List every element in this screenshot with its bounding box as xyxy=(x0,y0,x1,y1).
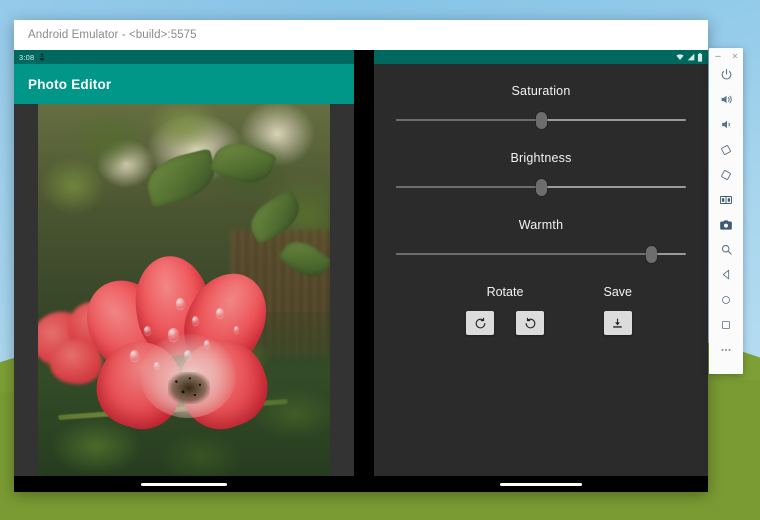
emulator-side-toolbar xyxy=(709,48,743,374)
saturation-control: Saturation xyxy=(396,84,686,129)
emulator-title-text: Android Emulator - <build>:5575 xyxy=(28,29,197,41)
back-button[interactable] xyxy=(713,262,739,287)
rotate-label: Rotate xyxy=(486,285,524,299)
save-group: Save xyxy=(603,285,633,335)
action-buttons-row: Rotate Save xyxy=(396,285,686,335)
status-bar-left-group: 3:08 xyxy=(19,53,46,62)
photo-preview-area xyxy=(14,104,354,476)
rotate-button-row xyxy=(466,311,544,335)
save-label: Save xyxy=(603,285,633,299)
rotate-left-icon xyxy=(719,143,733,157)
volume-up-button[interactable] xyxy=(713,87,739,112)
device-screen-area: 3:08 Photo Editor Saturation Brightness … xyxy=(14,50,708,492)
overview-button[interactable] xyxy=(713,312,739,337)
saturation-track-filled xyxy=(396,119,541,121)
signal-icon xyxy=(687,53,695,61)
home-button[interactable] xyxy=(713,287,739,312)
rotate-left-button[interactable] xyxy=(466,311,494,335)
device-pane-left: 3:08 Photo Editor xyxy=(14,50,354,492)
warmth-slider[interactable] xyxy=(396,245,686,263)
zoom-icon xyxy=(720,243,733,256)
fold-screen-button[interactable] xyxy=(713,187,739,212)
android-gesture-navbar-right[interactable] xyxy=(374,476,708,492)
more-icon xyxy=(719,343,733,357)
app-bar: Photo Editor xyxy=(14,64,354,104)
more-button[interactable] xyxy=(713,337,739,362)
brightness-track-filled xyxy=(396,186,541,188)
home-indicator[interactable] xyxy=(500,482,582,486)
minimize-button[interactable] xyxy=(712,51,723,62)
back-icon xyxy=(720,268,733,281)
warmth-label: Warmth xyxy=(518,218,564,232)
brightness-slider[interactable] xyxy=(396,178,686,196)
save-download-icon xyxy=(611,317,624,330)
volume-up-icon xyxy=(720,93,733,106)
android-gesture-navbar-left[interactable] xyxy=(14,476,354,492)
warmth-thumb[interactable] xyxy=(645,246,657,263)
power-button[interactable] xyxy=(713,62,739,87)
save-button-row xyxy=(603,311,632,335)
rotate-group: Rotate xyxy=(430,285,580,335)
photo-flower-center xyxy=(168,372,210,404)
device-hinge xyxy=(354,50,374,492)
home-icon xyxy=(720,294,732,306)
wifi-icon xyxy=(676,53,684,61)
photo-image[interactable] xyxy=(38,104,330,476)
android-status-bar-left: 3:08 xyxy=(14,50,354,64)
saturation-slider[interactable] xyxy=(396,111,686,129)
emulator-window-controls xyxy=(709,48,743,62)
rotate-right-icon xyxy=(719,168,733,182)
brightness-label: Brightness xyxy=(510,151,572,165)
battery-icon xyxy=(697,52,703,62)
status-bar-right-group xyxy=(676,52,703,62)
screenshot-button[interactable] xyxy=(713,212,739,237)
photo-main-flower xyxy=(69,251,288,441)
warmth-control: Warmth xyxy=(396,218,686,263)
home-indicator[interactable] xyxy=(141,482,227,486)
power-icon xyxy=(720,68,733,81)
rotate-left-button[interactable] xyxy=(713,137,739,162)
rotate-right-button[interactable] xyxy=(516,311,544,335)
fold-screen-icon xyxy=(719,193,733,207)
zoom-button[interactable] xyxy=(713,237,739,262)
emulator-titlebar[interactable]: Android Emulator - <build>:5575 xyxy=(14,20,708,50)
editor-controls-panel: Saturation Brightness Warmth Rotate Save xyxy=(374,64,708,476)
save-button[interactable] xyxy=(603,311,632,335)
android-status-bar-right xyxy=(374,50,708,64)
saturation-label: Saturation xyxy=(511,84,571,98)
status-bar-clock: 3:08 xyxy=(19,52,35,62)
camera-icon xyxy=(719,218,733,232)
warmth-track-filled xyxy=(396,253,652,255)
volume-down-icon xyxy=(720,118,733,131)
brightness-control: Brightness xyxy=(396,151,686,196)
device-pane-right: Saturation Brightness Warmth Rotate Save xyxy=(374,50,708,492)
rotate-right-icon xyxy=(524,317,537,330)
android-emulator-window: Android Emulator - <build>:5575 3:08 Pho… xyxy=(14,20,708,492)
brightness-thumb[interactable] xyxy=(535,179,547,196)
saturation-thumb[interactable] xyxy=(535,112,547,129)
debug-bridge-icon xyxy=(38,53,46,61)
overview-icon xyxy=(720,319,732,331)
page-title: Photo Editor xyxy=(28,76,112,92)
volume-down-button[interactable] xyxy=(713,112,739,137)
rotate-left-icon xyxy=(474,317,487,330)
rotate-right-button[interactable] xyxy=(713,162,739,187)
close-button[interactable] xyxy=(729,51,740,62)
